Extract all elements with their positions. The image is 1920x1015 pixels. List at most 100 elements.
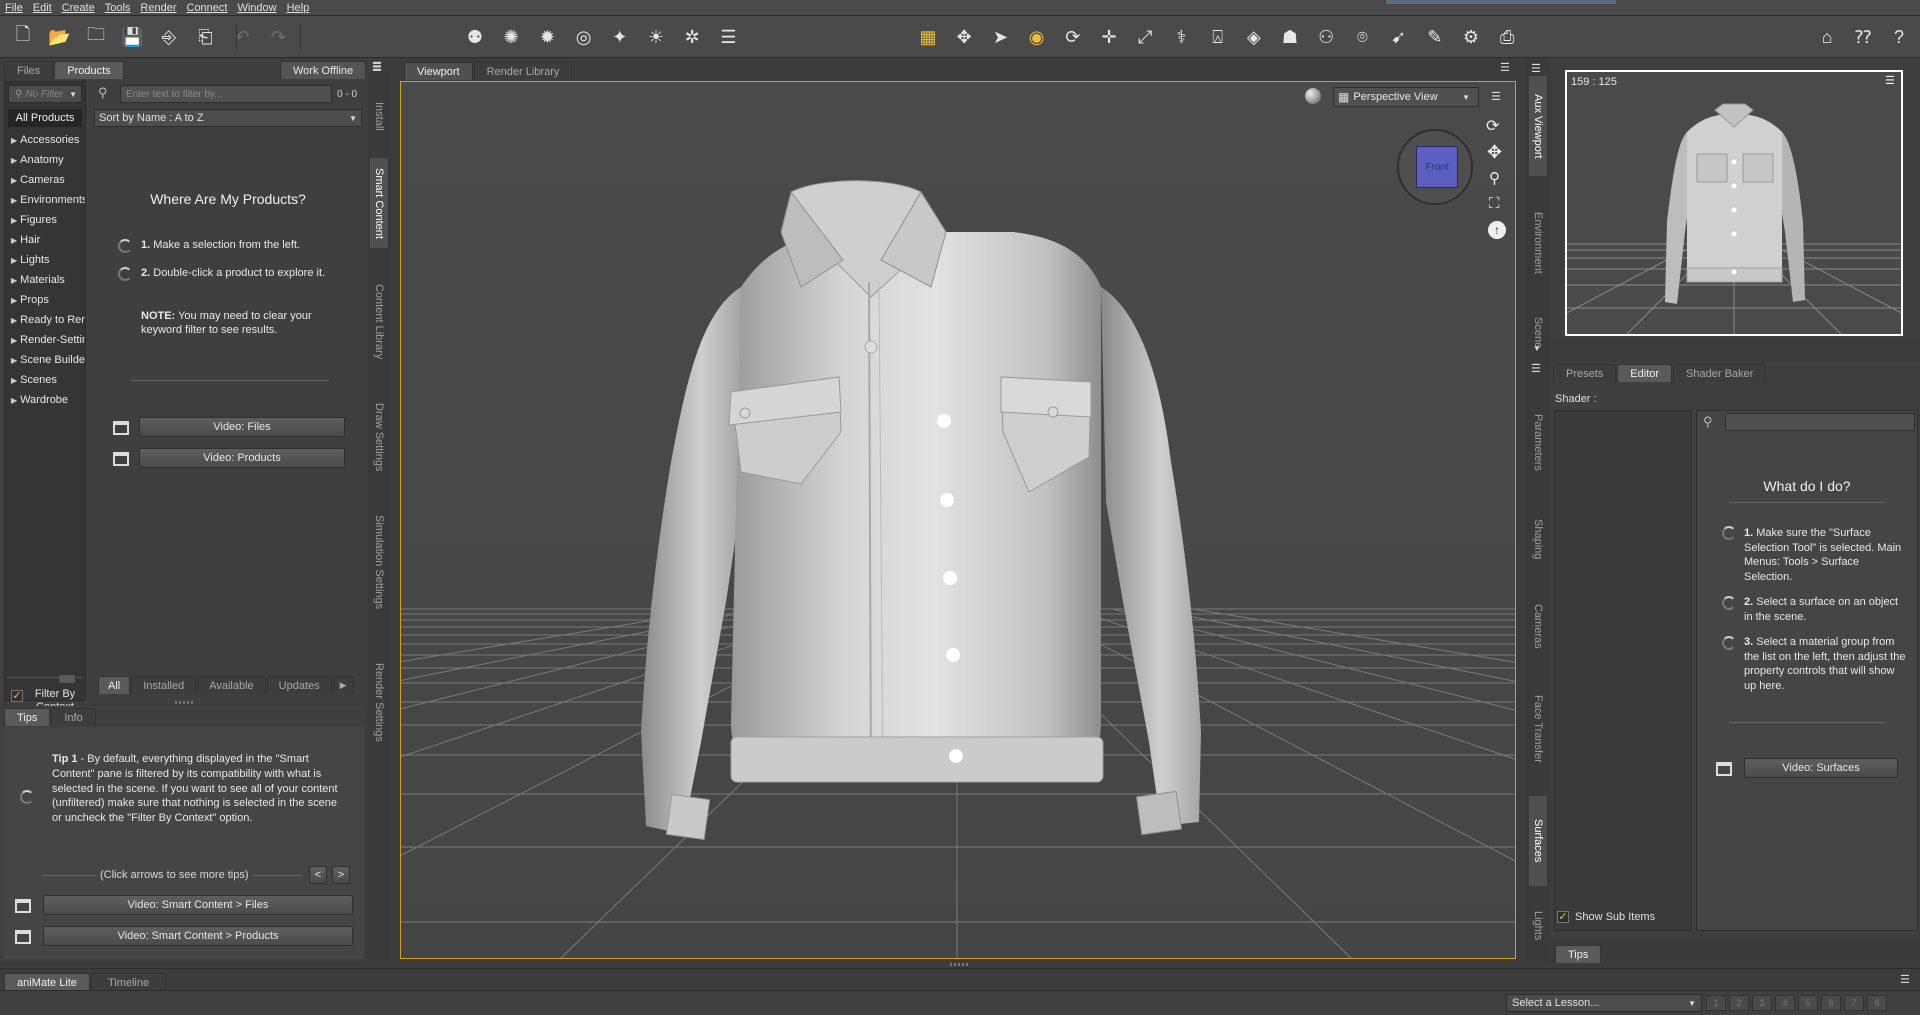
lesson-step-button[interactable]: 5 <box>1798 995 1818 1011</box>
reset-view-icon[interactable]: ↑ <box>1488 221 1506 239</box>
video-smart-content-files-button[interactable]: Video: Smart Content > Files <box>43 895 353 915</box>
category-item[interactable]: ▶ Accessories <box>5 130 85 150</box>
vtab-content-library[interactable]: Content Library <box>370 272 388 372</box>
menu-file[interactable]: File <box>0 2 28 14</box>
collapse-arrow-icon[interactable]: ▼ <box>1533 344 1541 353</box>
whats-this-icon[interactable]: ⁇ <box>1850 24 1876 50</box>
menu-edit[interactable]: Edit <box>28 2 57 14</box>
material-list[interactable] <box>1554 410 1692 931</box>
draw-style-sphere-icon[interactable] <box>1305 88 1321 104</box>
category-scrollbar[interactable] <box>7 675 83 685</box>
view-cube-face[interactable]: Front <box>1416 146 1458 188</box>
pan-icon[interactable]: ✥ <box>1487 142 1502 163</box>
vtab-shaping[interactable]: Shaping <box>1529 504 1547 574</box>
region-nav-icon[interactable]: ☗ <box>1277 24 1303 50</box>
export-icon[interactable]: ⎗ <box>193 24 219 50</box>
tab-presets[interactable]: Presets <box>1553 364 1617 382</box>
next-tip-button[interactable]: > <box>332 866 350 884</box>
splitter-grip[interactable] <box>950 963 968 966</box>
vtab-environment[interactable]: Environment <box>1529 198 1547 288</box>
panel-menu-icon[interactable]: ☰ <box>1531 362 1541 375</box>
undo-icon[interactable]: ↶ <box>229 24 255 50</box>
expand-arrow-icon[interactable]: ▶ <box>11 256 17 265</box>
tab-installed[interactable]: Installed <box>131 676 197 694</box>
category-item[interactable]: ▶ Materials <box>5 270 85 290</box>
node-select-icon[interactable]: ➤ <box>987 24 1013 50</box>
tab-files[interactable]: Files <box>4 61 54 79</box>
frame-icon[interactable]: ⛶ <box>1489 195 1500 212</box>
render-icon[interactable]: ⎙ <box>1494 24 1520 50</box>
align-icon[interactable]: ☰ <box>715 24 741 50</box>
render-settings-icon[interactable]: ⚙ <box>1458 24 1484 50</box>
save-file-icon[interactable]: 💾 <box>120 24 146 50</box>
menu-window[interactable]: Window <box>232 2 281 14</box>
lesson-step-button[interactable]: 8 <box>1867 995 1887 1011</box>
redo-icon[interactable]: ↷ <box>266 24 292 50</box>
category-item[interactable]: ▶ Wardrobe <box>5 390 85 410</box>
lesson-dropdown[interactable]: Select a Lesson... ▼ <box>1506 994 1702 1012</box>
lesson-step-button[interactable]: 2 <box>1729 995 1749 1011</box>
grid-icon[interactable]: ▦ <box>915 24 941 50</box>
menu-create[interactable]: Create <box>57 2 100 14</box>
active-pose-icon[interactable]: ◉ <box>1024 24 1050 50</box>
new-point-icon[interactable]: ✦ <box>607 24 633 50</box>
video-products-button[interactable]: Video: Products <box>139 448 345 468</box>
category-item[interactable]: ▶ Cameras <box>5 170 85 190</box>
vtab-smart-content[interactable]: Smart Content <box>370 158 388 248</box>
category-item[interactable]: ▶ Hair <box>5 230 85 250</box>
expand-arrow-icon[interactable]: ▶ <box>11 176 17 185</box>
geometry-editor-icon[interactable]: ⍓ <box>1205 24 1231 50</box>
expand-arrow-icon[interactable]: ▶ <box>11 376 17 385</box>
new-spotlight-icon[interactable]: ✹ <box>534 24 560 50</box>
figure-setup-icon[interactable]: ⚇ <box>1313 24 1339 50</box>
tab-surface-tips[interactable]: Tips <box>1555 945 1602 963</box>
category-item[interactable]: ▶ Environments <box>5 190 85 210</box>
lesson-step-button[interactable]: 4 <box>1775 995 1795 1011</box>
video-files-button[interactable]: Video: Files <box>139 417 345 437</box>
category-item[interactable]: ▶ Props <box>5 290 85 310</box>
scale-icon[interactable]: ⤢ <box>1132 24 1158 50</box>
vtab-aux-viewport[interactable]: Aux Viewport <box>1529 76 1547 176</box>
expand-arrow-icon[interactable]: ▶ <box>11 296 17 305</box>
menu-tools[interactable]: Tools <box>100 2 136 14</box>
vtab-scene[interactable]: Scene <box>1529 303 1547 363</box>
new-light-icon[interactable]: ✺ <box>498 24 524 50</box>
open-file-icon[interactable]: 📂 <box>47 24 73 50</box>
tab-animate-lite[interactable]: aniMate Lite <box>4 973 90 991</box>
view-cube[interactable]: Front <box>1397 129 1473 205</box>
panel-menu-icon[interactable]: ☰ <box>372 60 382 73</box>
tab-all[interactable]: All <box>98 676 131 694</box>
tab-timeline[interactable]: Timeline <box>90 973 167 991</box>
sort-dropdown[interactable]: Sort by Name : A to Z ▼ <box>94 109 362 127</box>
filter-dropdown[interactable]: ⚲ No Filter ▼ <box>8 85 82 103</box>
expand-arrow-icon[interactable]: ▶ <box>11 336 17 345</box>
expand-arrow-icon[interactable]: ▶ <box>11 276 17 285</box>
tab-updates[interactable]: Updates <box>266 676 332 694</box>
import-icon[interactable]: ⎆ <box>156 24 182 50</box>
search-input[interactable]: Enter text to filter by... <box>120 85 332 103</box>
surface-select-icon[interactable]: ◈ <box>1241 24 1267 50</box>
merge-file-icon[interactable]: 🗀 <box>83 24 109 50</box>
tab-shader-baker[interactable]: Shader Baker <box>1673 364 1767 382</box>
viewport-menu-icon[interactable]: ☰ <box>1491 90 1501 103</box>
rotate-icon[interactable]: ⟳ <box>1060 24 1086 50</box>
spot-render-icon[interactable]: ✎ <box>1422 24 1448 50</box>
vtab-parameters[interactable]: Parameters <box>1529 392 1547 492</box>
tab-viewport[interactable]: Viewport <box>404 62 473 80</box>
vtab-draw-settings[interactable]: Draw Settings <box>370 392 388 482</box>
video-surfaces-button[interactable]: Video: Surfaces <box>1744 758 1898 778</box>
all-products-item[interactable]: All Products <box>8 109 82 127</box>
category-item[interactable]: ▶ Scene Builder <box>5 350 85 370</box>
vtab-simulation-settings[interactable]: Simulation Settings <box>370 502 388 622</box>
expand-arrow-icon[interactable]: ▶ <box>11 236 17 245</box>
prev-tip-button[interactable]: < <box>309 866 327 884</box>
category-item[interactable]: ▶ Lights <box>5 250 85 270</box>
expand-arrow-icon[interactable]: ▶ <box>11 136 17 145</box>
lesson-step-button[interactable]: 3 <box>1752 995 1772 1011</box>
tab-products[interactable]: Products <box>54 61 124 79</box>
expand-arrow-icon[interactable]: ▶ <box>11 196 17 205</box>
tab-render-library[interactable]: Render Library <box>473 62 573 80</box>
camera-view-icon[interactable]: ⌾ <box>1349 24 1375 50</box>
vtab-install[interactable]: Install <box>370 86 388 146</box>
new-null-icon[interactable]: ✲ <box>679 24 705 50</box>
